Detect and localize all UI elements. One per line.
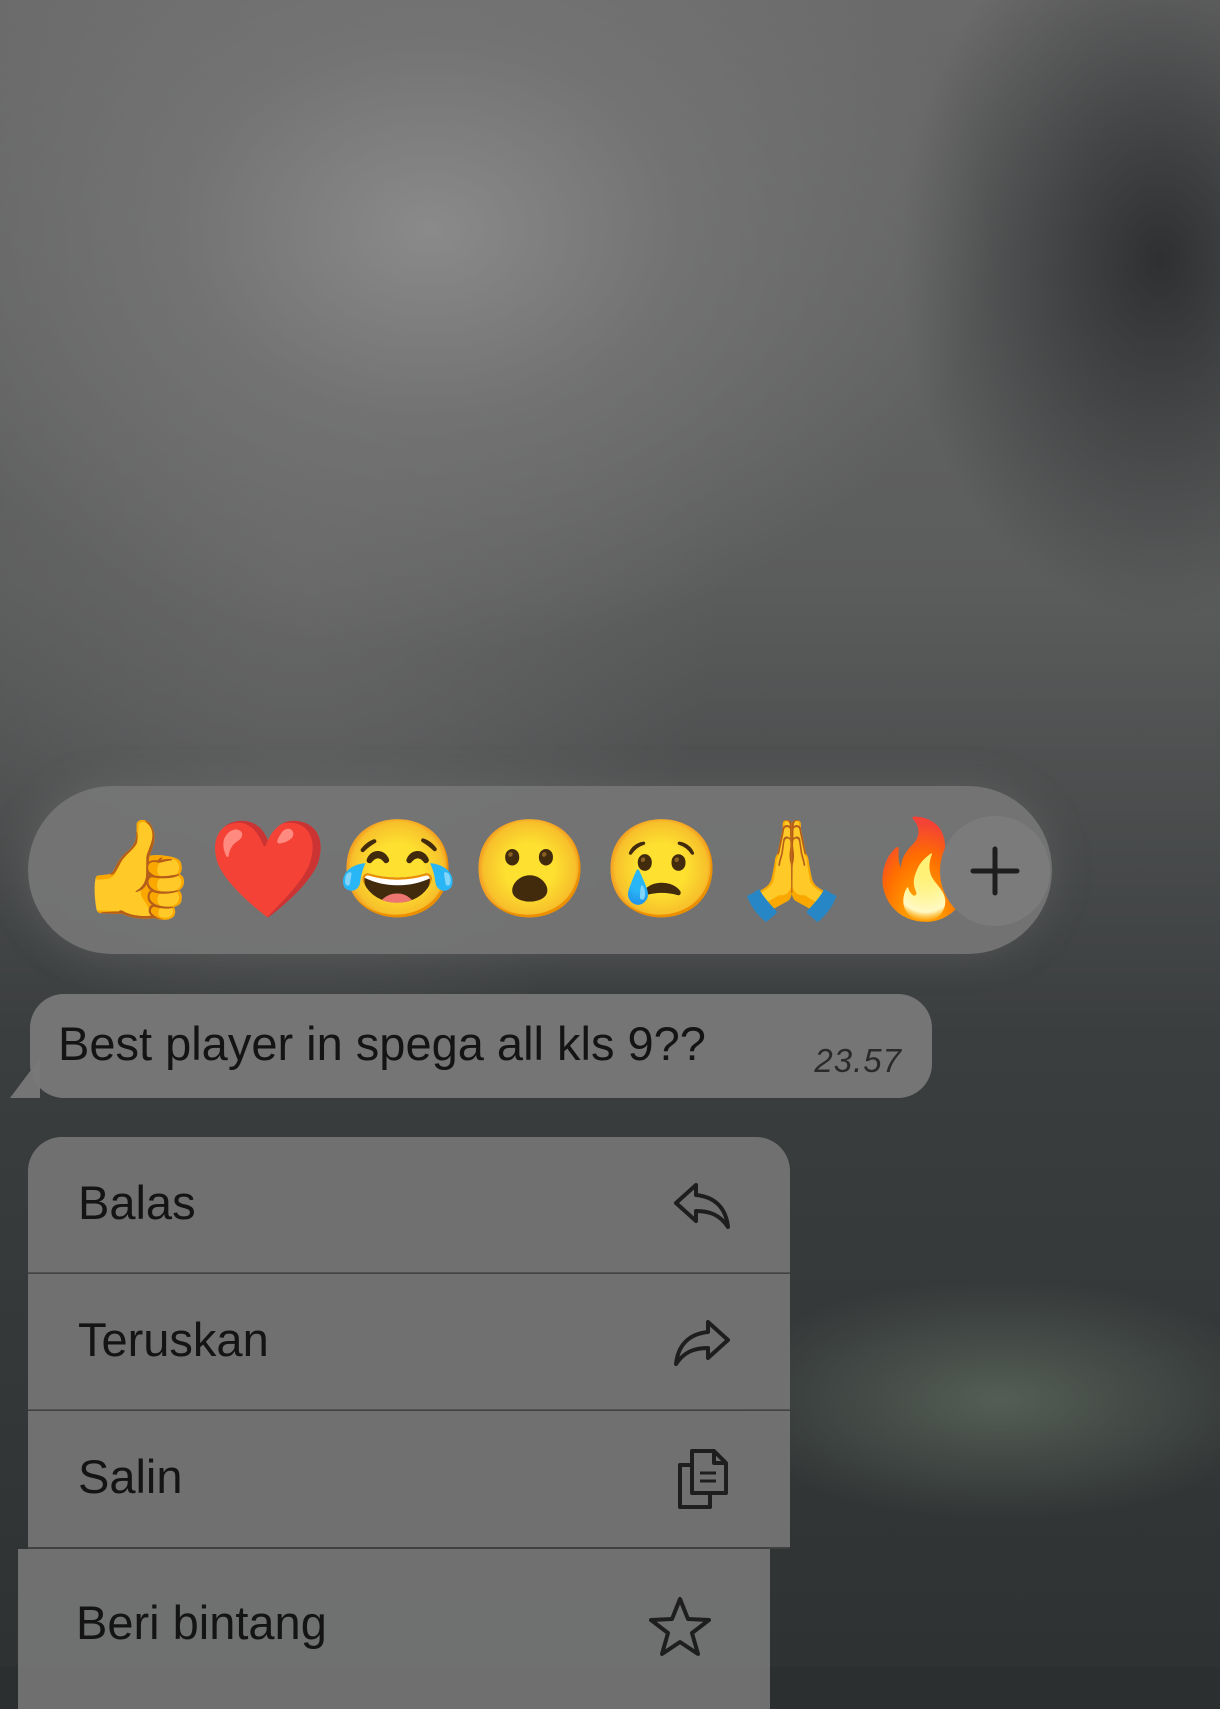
menu-item-label: Balas [78, 1176, 196, 1229]
folded-hands-reaction[interactable]: 🙏 [732, 806, 852, 934]
plus-icon [970, 846, 1020, 896]
message-bubble[interactable]: Best player in spega all kls 9?? 23.57 [30, 994, 932, 1098]
menu-item-copy[interactable]: Salin [28, 1411, 790, 1547]
menu-item-star[interactable]: Beri bintang [18, 1549, 770, 1709]
menu-item-reply[interactable]: Balas [28, 1137, 790, 1273]
tears-of-joy-reaction[interactable]: 😂 [338, 806, 458, 934]
red-heart-reaction[interactable]: ❤️ [208, 806, 328, 934]
add-reaction-button[interactable] [940, 816, 1050, 926]
reaction-bar: 👍 ❤️ 😂 😮 😢 🙏 🔥 [28, 786, 1052, 954]
copy-icon [678, 1449, 728, 1509]
menu-item-forward[interactable]: Teruskan [28, 1274, 790, 1410]
menu-item-label: Teruskan [78, 1313, 269, 1366]
menu-item-label: Salin [78, 1450, 183, 1503]
star-icon [649, 1597, 711, 1656]
forward-icon [674, 1320, 730, 1366]
surprised-reaction[interactable]: 😮 [470, 806, 590, 934]
reply-icon [674, 1183, 730, 1229]
message-context-menu: Balas Teruskan Salin Beri bintang [18, 1137, 790, 1709]
message-timestamp: 23.57 [814, 1042, 902, 1079]
crying-reaction[interactable]: 😢 [602, 806, 722, 934]
menu-item-label: Beri bintang [76, 1596, 327, 1649]
message-text: Best player in spega all kls 9?? [58, 1017, 706, 1070]
thumbs-up-reaction[interactable]: 👍 [78, 806, 198, 934]
